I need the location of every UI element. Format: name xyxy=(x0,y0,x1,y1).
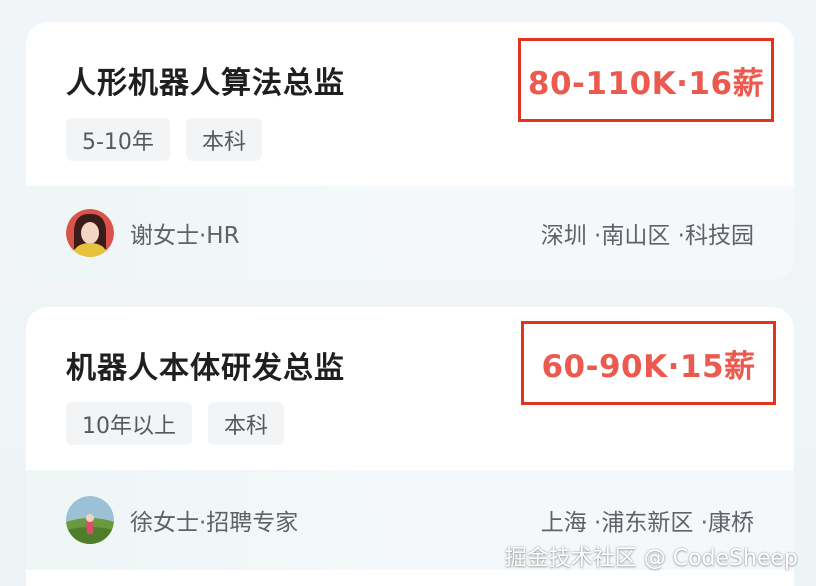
salary: 60-90K·15薪 xyxy=(541,348,756,385)
tag-education: 本科 xyxy=(185,118,262,161)
job-title: 机器人本体研发总监 xyxy=(66,351,345,386)
avatar xyxy=(66,496,114,544)
recruiter-name: 徐女士·招聘专家 xyxy=(130,510,299,536)
job-location: 深圳 ·南山区 ·科技园 xyxy=(540,223,754,249)
job-card[interactable]: 人形机器人算法总监 80-110K·16薪 5-10年 本科 谢女士·HR 深圳… xyxy=(26,22,794,280)
salary: 80-110K·16薪 xyxy=(527,65,765,102)
job-card-header: 人形机器人算法总监 80-110K·16薪 5-10年 本科 xyxy=(26,22,794,186)
job-location: 上海 ·浦东新区 ·康桥 xyxy=(540,510,754,536)
job-tags: 5-10年 本科 xyxy=(66,118,262,161)
tag-experience: 5-10年 xyxy=(66,118,170,161)
job-card-header: 机器人本体研发总监 60-90K·15薪 10年以上 本科 xyxy=(26,307,794,471)
avatar xyxy=(66,209,114,257)
tag-experience: 10年以上 xyxy=(66,402,192,445)
salary-highlight-box: 60-90K·15薪 xyxy=(521,321,776,405)
salary-highlight-box: 80-110K·16薪 xyxy=(518,38,774,122)
recruiter-name: 谢女士·HR xyxy=(130,223,240,249)
job-title: 人形机器人算法总监 xyxy=(66,66,345,101)
job-list-page: 人形机器人算法总监 80-110K·16薪 5-10年 本科 谢女士·HR 深圳… xyxy=(0,0,816,586)
tag-education: 本科 xyxy=(208,402,285,445)
watermark: 掘金技术社区 @ CodeSheep xyxy=(504,546,798,571)
job-card-footer: 谢女士·HR 深圳 ·南山区 ·科技园 xyxy=(26,186,794,280)
job-tags: 10年以上 本科 xyxy=(66,402,285,445)
